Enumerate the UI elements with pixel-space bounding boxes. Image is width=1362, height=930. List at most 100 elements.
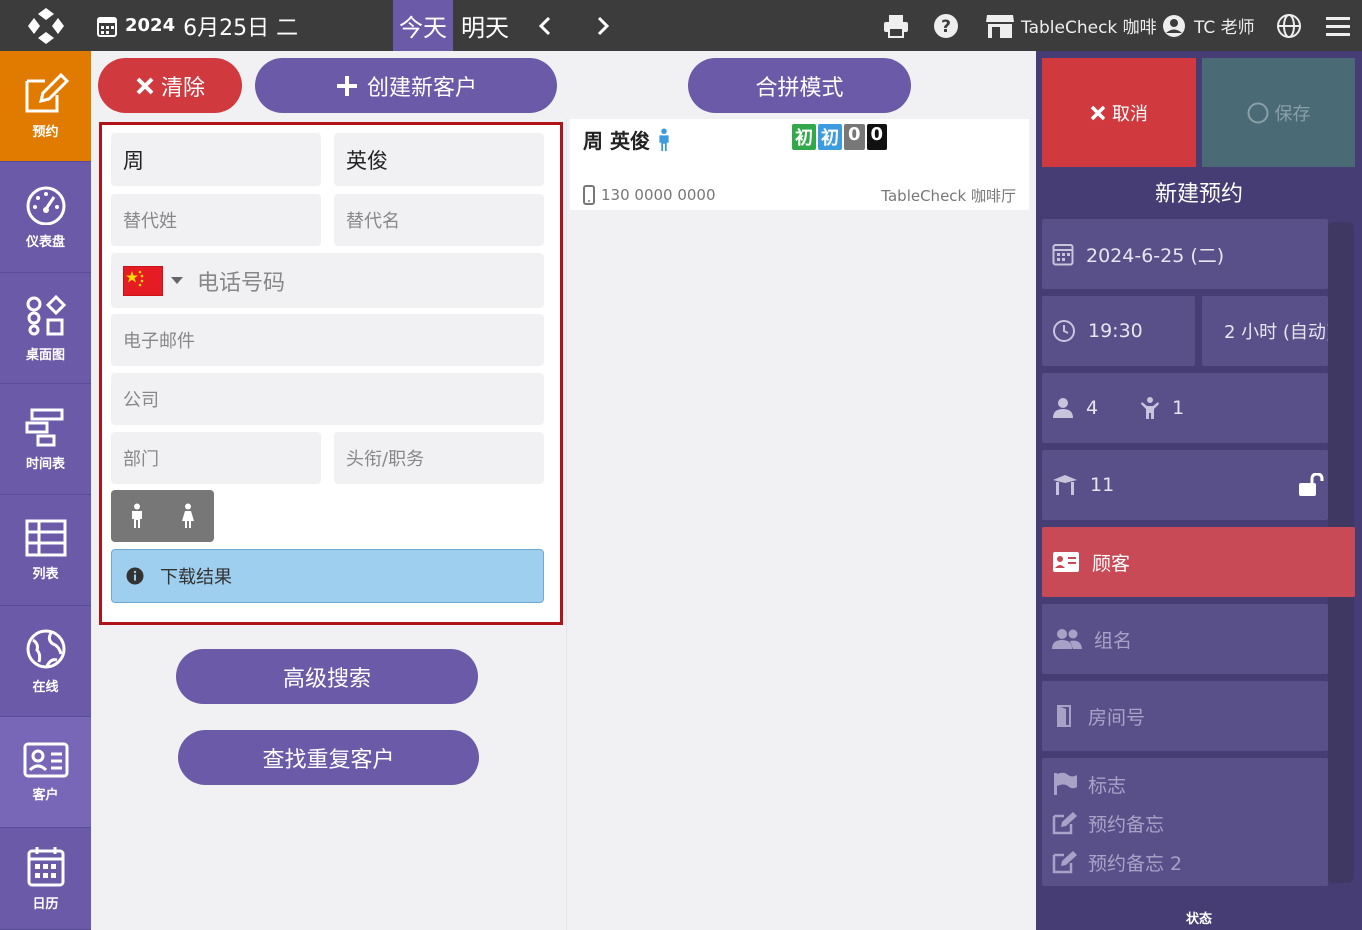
alt-last-name-input[interactable]: 替代姓 — [111, 194, 321, 246]
sidebar-item-timeline[interactable]: 时间表 — [0, 384, 91, 495]
first-name-input[interactable]: 英俊 — [334, 133, 544, 186]
notes-section: 标志 预约备忘 预约备忘 2 — [1042, 758, 1328, 886]
create-customer-button[interactable]: 创建新客户 — [255, 58, 557, 113]
result-venue: TableCheck 咖啡厅 — [881, 187, 1016, 205]
svg-text:?: ? — [941, 17, 951, 37]
sidebar-item-customers[interactable]: 客户 — [0, 717, 91, 828]
last-name-input[interactable]: 周 — [111, 133, 321, 186]
calendar-icon — [97, 16, 117, 37]
group-name-field[interactable]: 组名 — [1042, 604, 1328, 674]
female-icon[interactable] — [180, 503, 196, 529]
reservation-memo2-field[interactable]: 预约备忘 2 — [1052, 849, 1182, 876]
room-number-field[interactable]: 房间号 — [1042, 681, 1328, 751]
language-button[interactable] — [1276, 0, 1302, 51]
main-menu-button[interactable] — [1326, 0, 1350, 51]
help-button[interactable]: ? — [933, 0, 959, 51]
reservation-date: 2024-6-25 (二) — [1086, 244, 1225, 267]
result-customer-name: 周 英俊 — [583, 129, 650, 153]
print-button[interactable] — [883, 0, 909, 51]
plus-icon — [336, 75, 357, 96]
job-title-input[interactable]: 头衔/职务 — [334, 432, 544, 484]
sidebar-item-label: 日历 — [32, 897, 59, 912]
customer-card-icon — [23, 742, 68, 777]
globe-icon — [1277, 13, 1301, 38]
close-icon — [1090, 105, 1106, 120]
table-number: 11 — [1090, 474, 1115, 496]
users-icon — [1052, 629, 1082, 649]
sidebar-item-reservation[interactable]: 预约 — [0, 51, 91, 162]
tomorrow-button[interactable]: 明天 — [455, 0, 515, 51]
adult-count: 4 — [1086, 397, 1099, 419]
question-icon: ? — [934, 13, 958, 38]
circle-icon — [1247, 102, 1268, 123]
reservation-date-field[interactable]: 2024-6-25 (二) — [1042, 219, 1328, 289]
sidebar-item-online[interactable]: 在线 — [0, 606, 91, 717]
restaurant-selector[interactable]: TableCheck 咖啡 — [985, 0, 1157, 51]
prev-day-button[interactable] — [530, 0, 560, 51]
user-menu[interactable]: TC 老师 — [1162, 0, 1255, 51]
unlock-icon[interactable] — [1298, 473, 1324, 497]
room-number-label: 房间号 — [1088, 706, 1146, 729]
male-icon[interactable] — [129, 503, 145, 529]
download-results-alert[interactable]: 下载结果 — [111, 549, 544, 603]
tablecheck-logo-icon[interactable] — [0, 0, 91, 51]
phone-placeholder: 电话号码 — [197, 270, 286, 296]
clear-button[interactable]: 清除 — [98, 58, 242, 113]
chevron-left-icon — [538, 16, 551, 35]
sidebar-item-label: 桌面图 — [25, 347, 65, 363]
caret-down-icon[interactable] — [171, 276, 183, 285]
email-input[interactable]: 电子邮件 — [111, 314, 544, 366]
today-button[interactable]: 今天 — [393, 0, 453, 51]
clear-label: 清除 — [160, 75, 205, 101]
next-day-button[interactable] — [588, 0, 618, 51]
sidebar-item-list[interactable]: 列表 — [0, 495, 91, 606]
sidebar-item-label: 仪表盘 — [25, 234, 65, 250]
save-button[interactable]: 保存 — [1202, 58, 1355, 167]
date-display[interactable]: 2024 6月25日 二 — [97, 0, 298, 51]
sidebar-item-label: 预约 — [32, 124, 59, 140]
reservation-memo-field[interactable]: 预约备忘 — [1052, 810, 1164, 837]
sidebar-item-calendar[interactable]: 日历 — [0, 828, 91, 930]
gender-toggle — [111, 490, 214, 542]
phone-input[interactable]: 电话号码 — [111, 253, 544, 308]
edit-icon — [1052, 851, 1077, 874]
party-size-field[interactable]: 4 1 — [1042, 373, 1328, 443]
hamburger-icon — [1326, 16, 1350, 36]
flag-field[interactable]: 标志 — [1052, 771, 1126, 798]
shapes-icon — [26, 294, 66, 335]
cancel-label: 取消 — [1112, 103, 1148, 125]
child-count: 1 — [1172, 397, 1185, 419]
person-icon — [1053, 398, 1073, 418]
alt-first-name-input[interactable]: 替代名 — [334, 194, 544, 246]
china-flag-icon[interactable] — [123, 265, 163, 296]
customer-label: 顾客 — [1092, 552, 1131, 575]
advanced-search-button[interactable]: 高级搜索 — [176, 649, 478, 704]
cancel-count-badge: 0 — [866, 124, 888, 150]
sidebar: 预约 仪表盘 桌面图 时间表 列表 在线 客户 日历 — [0, 51, 91, 930]
reservation-time-field[interactable]: 19:30 — [1042, 296, 1195, 366]
reservation-memo2-label: 预约备忘 2 — [1088, 852, 1183, 875]
results-column — [566, 119, 1036, 930]
reservation-duration-field[interactable]: 2 小时 (自动) — [1202, 296, 1328, 366]
date-text: 6月25日 二 — [183, 15, 299, 41]
merge-mode-button[interactable]: 合拼模式 — [688, 58, 911, 113]
customer-result-card[interactable]: 周 英俊 初 初 0 0 130 0000 0000 TableCheck 咖啡… — [570, 119, 1029, 210]
sidebar-item-label: 时间表 — [25, 456, 65, 472]
reservation-time: 19:30 — [1088, 320, 1143, 342]
timeline-icon — [25, 408, 63, 446]
sidebar-item-dashboard[interactable]: 仪表盘 — [0, 162, 91, 273]
company-input[interactable]: 公司 — [111, 373, 544, 425]
male-icon — [659, 127, 669, 151]
download-label: 下载结果 — [160, 567, 232, 588]
cancel-button[interactable]: 取消 — [1042, 58, 1196, 167]
user-circle-icon — [1163, 14, 1185, 37]
table-field[interactable]: 11 — [1042, 450, 1328, 520]
speedometer-icon — [26, 186, 65, 225]
reservation-memo-label: 预约备忘 — [1088, 813, 1165, 836]
info-icon — [126, 567, 144, 585]
find-duplicates-button[interactable]: 查找重复客户 — [178, 730, 479, 785]
sidebar-item-label: 列表 — [32, 566, 59, 582]
sidebar-item-floor-plan[interactable]: 桌面图 — [0, 273, 91, 384]
department-input[interactable]: 部门 — [111, 432, 321, 484]
customer-field[interactable]: 顾客 — [1042, 527, 1355, 597]
